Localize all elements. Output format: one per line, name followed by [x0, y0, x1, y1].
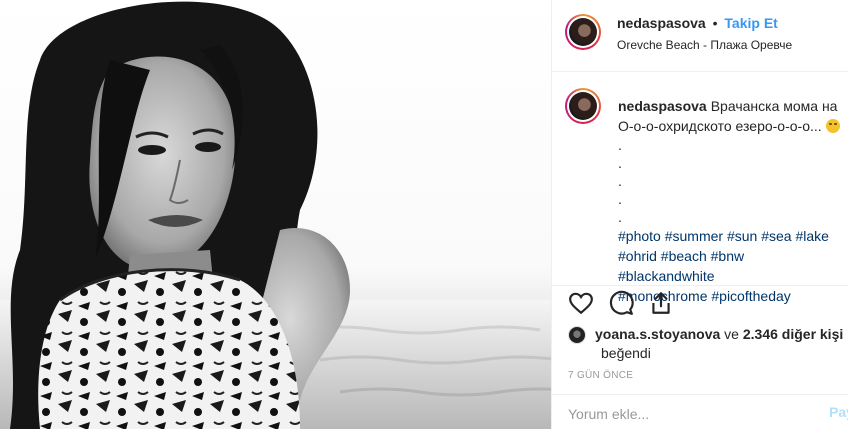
others-count-link[interactable]: 2.346 diğer kişi [743, 326, 843, 342]
liked-label: beğendi [601, 345, 651, 361]
post-timestamp[interactable]: 7 GÜN ÖNCE [568, 370, 633, 381]
dot-line: . [618, 155, 622, 171]
post-photo[interactable] [0, 0, 551, 429]
caption-username-link[interactable]: nedaspasova [618, 98, 707, 114]
caption-author-avatar[interactable] [565, 88, 601, 124]
separator-dot: • [712, 15, 718, 31]
likes-connector: ve [724, 326, 739, 342]
follow-button[interactable]: Takip Et [724, 15, 777, 31]
caption-dots: . . . . . [618, 136, 842, 226]
portrait-image [0, 1, 551, 429]
comment-icon[interactable] [608, 290, 634, 316]
post-header: nedaspasova • Takip Et Orevche Beach - П… [552, 0, 848, 72]
post-comment-button[interactable]: Paylaş [829, 404, 848, 420]
dot-line: . [618, 191, 622, 207]
dot-line: . [618, 173, 622, 189]
caption-body: nedaspasova Врачанска мома на О-о-о-охрид… [618, 96, 842, 306]
liker-username-link[interactable]: yoana.s.stoyanova [595, 326, 720, 342]
author-username-link[interactable]: nedaspasova [617, 15, 706, 31]
dot-line: . [618, 209, 622, 225]
header-line: nedaspasova • Takip Et [617, 15, 778, 31]
smiling-face-emoji-icon [825, 119, 840, 133]
hashtag-line[interactable]: #ohrid #beach #bnw #blackandwhite [618, 246, 842, 286]
likes-line: yoana.s.stoyanova ve 2.346 diğer kişi [595, 325, 843, 344]
share-icon[interactable] [648, 290, 674, 316]
comment-form: Paylaş [552, 394, 848, 429]
heart-icon[interactable] [568, 290, 594, 316]
comment-input[interactable] [568, 404, 808, 424]
post-sidebar: nedaspasova • Takip Et Orevche Beach - П… [551, 0, 848, 429]
location-link[interactable]: Orevche Beach - Плажа Оревче [617, 38, 792, 52]
caption-section: nedaspasova Врачанска мома на О-о-о-охрид… [552, 72, 848, 304]
dot-line: . [618, 137, 622, 153]
author-avatar[interactable] [565, 14, 601, 50]
hashtag-line[interactable]: #photo #summer #sun #sea #lake [618, 226, 842, 246]
liker-avatar[interactable] [568, 326, 586, 344]
